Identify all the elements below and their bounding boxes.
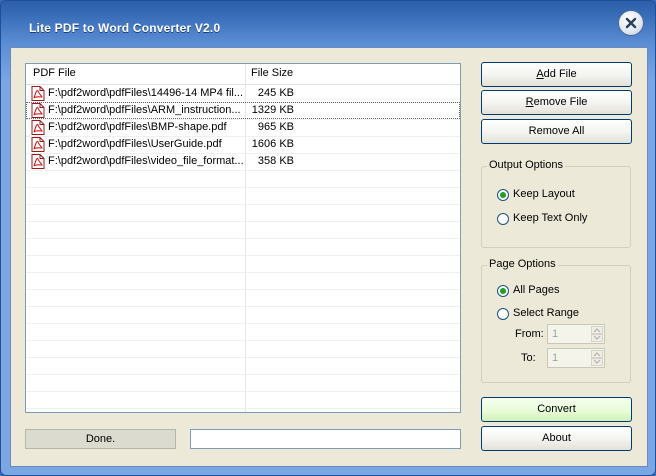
to-label: To: xyxy=(521,352,536,364)
arrow-up-icon xyxy=(593,328,601,333)
pdf-file-icon xyxy=(31,86,45,101)
remove-file-accel: R xyxy=(525,96,534,108)
output-options-group: Output Options Keep Layout Keep Text Onl… xyxy=(481,159,631,248)
pdf-file-icon xyxy=(31,137,45,152)
row-gridline xyxy=(26,391,460,392)
keep-text-only-label[interactable]: Keep Text Only xyxy=(513,212,587,224)
client-area: PDF File File Size F:\pdf2word\pdfFiles\… xyxy=(10,47,648,467)
keep-layout-radio[interactable] xyxy=(497,189,509,201)
remove-file-button[interactable]: Remove File xyxy=(481,90,632,115)
select-range-radio[interactable] xyxy=(497,308,509,320)
select-range-label[interactable]: Select Range xyxy=(513,307,579,319)
file-size-cell: 965 KB xyxy=(257,121,294,133)
from-spinner[interactable]: 1 xyxy=(547,324,605,344)
status-text: Done. xyxy=(25,429,176,449)
remove-file-label: emove File xyxy=(533,96,588,108)
from-label: From: xyxy=(515,328,544,340)
pdf-file-icon xyxy=(31,154,45,169)
file-name-cell: F:\pdf2word\pdfFiles\video_file_format..… xyxy=(48,155,244,167)
from-up-button[interactable] xyxy=(591,326,603,334)
close-button[interactable] xyxy=(618,10,644,36)
arrow-down-icon xyxy=(593,335,601,340)
row-gridline xyxy=(26,255,460,256)
to-value: 1 xyxy=(552,352,559,364)
to-down-button[interactable] xyxy=(591,358,603,366)
row-gridline xyxy=(26,272,460,273)
about-button[interactable]: About xyxy=(481,426,632,451)
add-file-label: dd File xyxy=(543,68,577,80)
arrow-up-icon xyxy=(593,352,601,357)
file-size-cell: 1606 KB xyxy=(251,138,294,150)
row-gridline xyxy=(26,323,460,324)
to-spinner[interactable]: 1 xyxy=(547,348,605,368)
keep-text-only-radio[interactable] xyxy=(497,213,509,225)
row-gridline xyxy=(26,204,460,205)
file-size-cell: 1329 KB xyxy=(251,104,294,116)
file-name-cell: F:\pdf2word\pdfFiles\BMP-shape.pdf xyxy=(48,121,227,133)
file-list[interactable]: PDF File File Size F:\pdf2word\pdfFiles\… xyxy=(25,63,461,413)
app-window: Lite PDF to Word Converter V2.0 PDF File… xyxy=(0,0,656,476)
file-name-cell: F:\pdf2word\pdfFiles\14496-14 MP4 fil... xyxy=(48,87,244,99)
close-icon xyxy=(625,17,637,29)
column-header-file-size[interactable]: File Size xyxy=(251,67,293,79)
file-name-cell: F:\pdf2word\pdfFiles\UserGuide.pdf xyxy=(48,138,222,150)
row-gridline xyxy=(26,408,460,409)
row-gridline xyxy=(26,306,460,307)
table-row[interactable]: F:\pdf2word\pdfFiles\14496-14 MP4 fil...… xyxy=(26,85,460,102)
all-pages-radio[interactable] xyxy=(497,285,509,297)
row-gridline xyxy=(26,221,460,222)
progress-bar xyxy=(190,429,461,449)
from-value: 1 xyxy=(552,328,559,340)
page-options-group: Page Options All Pages Select Range From… xyxy=(481,258,631,383)
add-file-accel: A xyxy=(536,68,544,80)
window-title: Lite PDF to Word Converter V2.0 xyxy=(29,21,221,35)
file-size-cell: 358 KB xyxy=(257,155,294,167)
row-gridline xyxy=(26,357,460,358)
pdf-file-icon xyxy=(31,120,45,135)
row-gridline xyxy=(26,238,460,239)
file-name-cell: F:\pdf2word\pdfFiles\ARM_instruction... xyxy=(48,104,241,116)
table-row[interactable]: F:\pdf2word\pdfFiles\BMP-shape.pdf 965 KB xyxy=(26,119,460,136)
row-gridline xyxy=(26,187,460,188)
row-gridline xyxy=(26,170,460,171)
file-size-cell: 245 KB xyxy=(257,87,294,99)
arrow-down-icon xyxy=(593,359,601,364)
table-row[interactable]: F:\pdf2word\pdfFiles\UserGuide.pdf 1606 K… xyxy=(26,136,460,153)
title-bar[interactable]: Lite PDF to Word Converter V2.0 xyxy=(1,1,656,45)
to-up-button[interactable] xyxy=(591,350,603,358)
all-pages-label[interactable]: All Pages xyxy=(513,284,559,296)
row-gridline xyxy=(26,289,460,290)
keep-layout-label[interactable]: Keep Layout xyxy=(513,188,575,200)
row-gridline xyxy=(26,374,460,375)
table-row[interactable]: F:\pdf2word\pdfFiles\ARM_instruction... 1… xyxy=(26,102,460,119)
add-file-button[interactable]: Add File xyxy=(481,62,632,87)
list-header: PDF File File Size xyxy=(26,64,460,85)
row-gridline xyxy=(26,340,460,341)
page-options-title: Page Options xyxy=(487,258,558,270)
convert-button[interactable]: Convert xyxy=(481,397,632,422)
pdf-file-icon xyxy=(31,103,45,118)
from-down-button[interactable] xyxy=(591,334,603,342)
remove-all-button[interactable]: Remove All xyxy=(481,119,632,144)
column-header-pdf-file[interactable]: PDF File xyxy=(33,67,76,79)
table-row[interactable]: F:\pdf2word\pdfFiles\video_file_format..… xyxy=(26,153,460,170)
output-options-title: Output Options xyxy=(487,159,565,171)
